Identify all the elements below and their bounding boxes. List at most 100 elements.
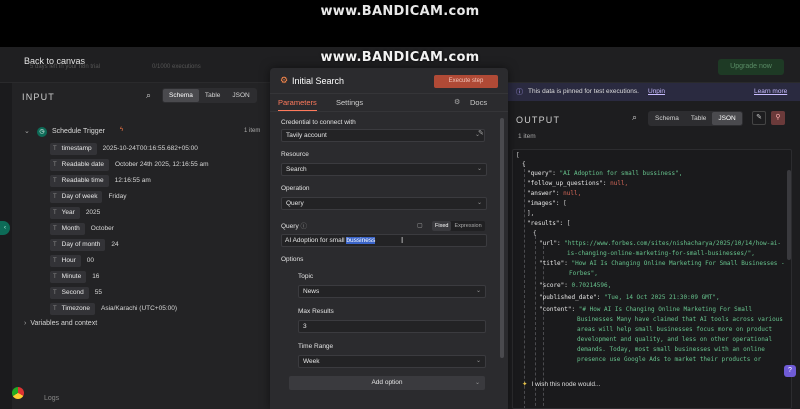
node-title[interactable]: Initial Search: [292, 76, 344, 86]
field-value: 2025-10-24T00:16:55.682+05:00: [102, 145, 198, 152]
input-tab-json[interactable]: JSON: [226, 89, 255, 102]
info-icon: ⓘ: [516, 89, 523, 96]
schema-field[interactable]: T Second 55: [50, 286, 102, 299]
field-value: October: [90, 225, 114, 232]
field-key-chip[interactable]: T Year: [50, 206, 80, 219]
field-key: Year: [61, 209, 75, 216]
search-icon[interactable]: ⌕: [146, 90, 151, 101]
input-panel: INPUT ⌕ Schema Table JSON ⌄ ◷ Schedule T…: [12, 83, 270, 409]
json-line: presence use Google Ads to market their …: [577, 356, 761, 363]
field-key-chip[interactable]: T Day of week: [50, 190, 103, 203]
field-key: Day of month: [61, 241, 101, 248]
field-key-chip[interactable]: T Readable time: [50, 174, 109, 187]
field-key: timestamp: [61, 145, 92, 152]
schema-field[interactable]: T Hour 00: [50, 254, 94, 267]
expand-icon[interactable]: ▢: [417, 222, 423, 229]
schema-field[interactable]: T Readable time 12:16:55 am: [50, 174, 151, 187]
chevron-down-icon: ⌄: [476, 200, 482, 206]
schema-field[interactable]: T Day of week Friday: [50, 190, 127, 203]
field-key-chip[interactable]: T Second: [50, 286, 89, 299]
learn-more-link[interactable]: Learn more: [754, 88, 787, 95]
schema-field[interactable]: T Day of month 24: [50, 238, 119, 251]
max-results-input[interactable]: 3: [298, 320, 486, 333]
input-tab-schema[interactable]: Schema: [163, 89, 199, 102]
json-line: "images": [: [527, 200, 567, 207]
credential-select[interactable]: Tavily account ⌄: [281, 129, 485, 142]
schema-field[interactable]: T Month October: [50, 222, 114, 235]
json-content-continued: demands. Today, most small businesses wi…: [577, 346, 765, 353]
json-url-continued: is-changing-online-marketing-for-small-b…: [567, 250, 755, 257]
text-type-icon: T: [53, 225, 57, 232]
edit-pencil-icon[interactable]: ✎: [478, 129, 484, 137]
query-selected-text: bussiness: [346, 237, 376, 244]
json-answer-value: null,: [563, 190, 582, 197]
query-label: Query ⓘ: [281, 220, 307, 230]
expression-mode-button[interactable]: Expression: [451, 221, 484, 231]
field-key: Readable time: [61, 177, 104, 184]
feedback-prompt[interactable]: ✦ I wish this node would...: [522, 380, 600, 388]
field-value: 12:16:55 am: [114, 177, 151, 184]
field-key: Readable date: [61, 161, 104, 168]
query-input[interactable]: AI Adoption for small bussiness: [281, 234, 487, 247]
feedback-text: I wish this node would...: [531, 381, 601, 388]
field-key-chip[interactable]: T Minute: [50, 270, 87, 283]
field-key-chip[interactable]: T Month: [50, 222, 85, 235]
unpin-link[interactable]: Unpin: [648, 88, 665, 95]
field-key-chip[interactable]: Ttimestamp: [50, 142, 97, 155]
json-viewer[interactable]: [ { "query": "AI Adoption for small buss…: [512, 149, 792, 409]
search-icon[interactable]: ⌕: [632, 112, 637, 123]
schema-field[interactable]: T Readable date October 24th 2025, 12:16:…: [50, 158, 209, 171]
schema-field[interactable]: T Minute 16: [50, 270, 99, 283]
json-line: "title": "How AI Is Changing Online Mark…: [539, 260, 785, 267]
tab-settings[interactable]: Settings: [336, 98, 363, 107]
panel-collapse-handle[interactable]: ‹: [0, 221, 10, 235]
output-tab-schema[interactable]: Schema: [649, 112, 685, 125]
execute-step-button[interactable]: Execute step: [434, 75, 498, 88]
output-panel-title: OUTPUT: [516, 115, 561, 125]
bandicam-watermark-top: www.BANDICAM.com: [320, 4, 480, 19]
text-type-icon: T: [53, 193, 57, 200]
add-option-button[interactable]: Add option ⌄: [289, 376, 485, 390]
tab-parameters[interactable]: Parameters: [278, 98, 317, 111]
docs-link[interactable]: Docs: [470, 98, 487, 107]
pinned-data-banner: ⓘ This data is pinned for test execution…: [508, 83, 800, 101]
edit-pencil-icon[interactable]: ✎: [752, 111, 766, 125]
output-view-switcher: Schema Table JSON: [648, 111, 743, 126]
resource-select[interactable]: Search ⌄: [281, 163, 487, 176]
query-text: AI Adoption for small: [285, 237, 347, 244]
schema-field[interactable]: T Timezone Asia/Karachi (UTC+05:00): [50, 302, 177, 315]
schema-field[interactable]: T Year 2025: [50, 206, 100, 219]
time-range-select[interactable]: Week ⌄: [298, 355, 486, 368]
field-key-chip[interactable]: T Timezone: [50, 302, 95, 315]
json-line: is-changing-online-marketing-for-small-b…: [567, 250, 755, 257]
chevron-down-icon: ⌄: [474, 380, 480, 386]
pin-icon[interactable]: ⚲: [771, 111, 785, 125]
chevron-down-icon[interactable]: ⌄: [24, 127, 30, 135]
json-line: "results": [: [527, 220, 571, 227]
topic-select[interactable]: News ⌄: [298, 285, 486, 298]
variables-and-context-row[interactable]: › Variables and context: [24, 320, 97, 327]
output-tab-table[interactable]: Table: [685, 112, 713, 125]
schedule-trigger-row[interactable]: ⌄ ◷ Schedule Trigger ϟ 1 item: [24, 126, 274, 140]
json-content-continued: presence use Google Ads to market their …: [577, 356, 762, 363]
field-value: Asia/Karachi (UTC+05:00): [100, 305, 178, 312]
json-scrollbar[interactable]: [787, 170, 791, 260]
fixed-mode-button[interactable]: Fixed: [432, 221, 452, 231]
field-key-chip[interactable]: T Hour: [50, 254, 81, 267]
input-tab-table[interactable]: Table: [199, 89, 227, 102]
text-type-icon: T: [53, 145, 57, 152]
output-tab-json[interactable]: JSON: [712, 112, 742, 125]
browser-icon[interactable]: [12, 387, 24, 399]
node-panel-scrollbar[interactable]: [500, 118, 504, 358]
text-type-icon: T: [53, 161, 57, 168]
schema-field[interactable]: Ttimestamp 2025-10-24T00:16:55.682+05:00: [50, 142, 198, 155]
gear-icon[interactable]: ⚙: [454, 98, 460, 106]
field-value: 24: [111, 241, 119, 248]
field-value: 00: [86, 257, 94, 264]
logs-toggle[interactable]: Logs: [44, 395, 59, 402]
help-icon[interactable]: ?: [784, 365, 796, 377]
field-key-chip[interactable]: T Readable date: [50, 158, 109, 171]
operation-select[interactable]: Query ⌄: [281, 197, 487, 210]
input-view-switcher: Schema Table JSON: [162, 88, 257, 103]
field-key-chip[interactable]: T Day of month: [50, 238, 106, 251]
